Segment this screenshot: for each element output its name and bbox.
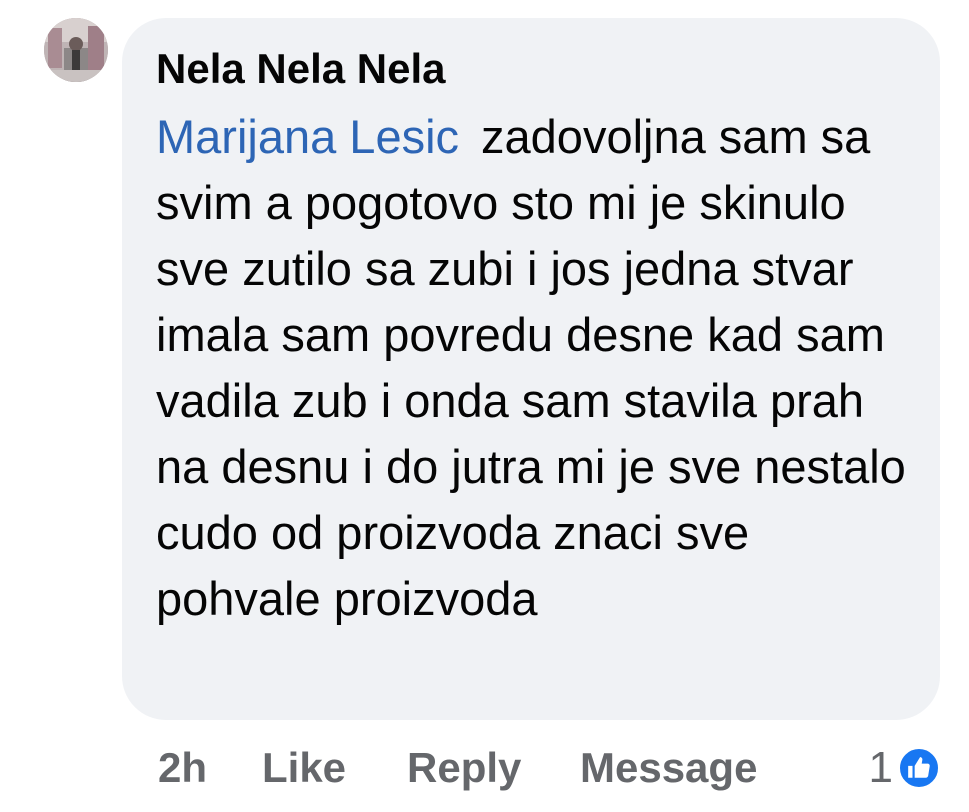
reaction-count: 1 <box>868 743 893 792</box>
comment-author[interactable]: Nela Nela Nela <box>156 44 910 94</box>
comment-actions: 2h Like Reply Message 1 <box>0 740 969 800</box>
comment-timestamp[interactable]: 2h <box>158 740 207 796</box>
message-button[interactable]: Message <box>580 740 757 796</box>
comment-text: zadovoljna sam sa svim a pogotovo sto mi… <box>156 110 906 625</box>
like-button[interactable]: Like <box>262 740 346 796</box>
avatar[interactable] <box>44 18 108 82</box>
comment-bubble: Nela Nela Nela Marijana Lesic zadovoljna … <box>122 18 940 720</box>
avatar-photo <box>44 18 108 82</box>
reply-button[interactable]: Reply <box>407 740 521 796</box>
like-thumb-icon <box>897 746 941 790</box>
reaction-summary[interactable]: 1 <box>869 740 941 796</box>
mention-link[interactable]: Marijana Lesic <box>156 110 459 163</box>
comment-body: Marijana Lesic zadovoljna sam sa svim a p… <box>156 104 906 632</box>
